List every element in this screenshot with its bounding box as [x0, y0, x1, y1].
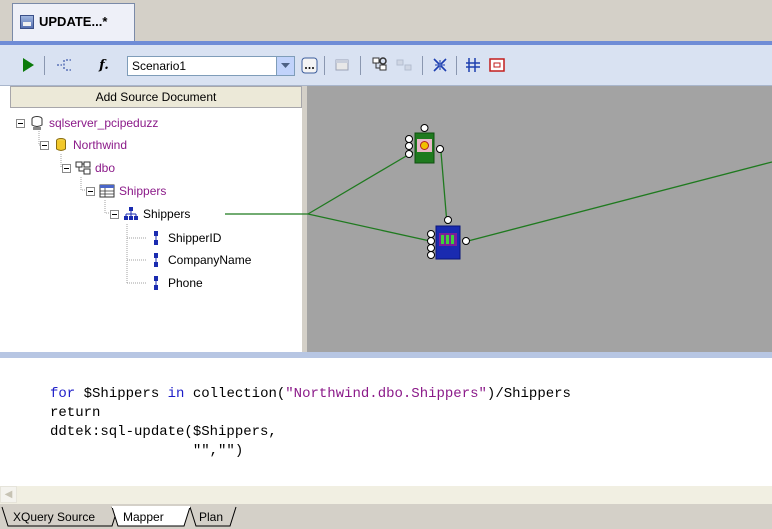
find-tree-icon	[372, 57, 387, 71]
view-tabs: XQuery Source Mapper Plan	[0, 504, 772, 529]
sql-update-node[interactable]	[424, 214, 472, 262]
find-button[interactable]	[370, 55, 390, 75]
link-line	[307, 213, 431, 242]
function-button[interactable]: f.	[94, 55, 114, 75]
window-button[interactable]	[332, 55, 352, 75]
code-line-1: for $Shippers in collection("Northwind.d…	[50, 386, 571, 402]
layout-icon	[396, 59, 412, 71]
tab-mapper[interactable]: Mapper	[113, 508, 170, 526]
dotted-link-icon	[57, 59, 71, 71]
run-button[interactable]	[18, 55, 38, 75]
document-tab-title: UPDATE...*	[39, 14, 108, 29]
ellipsis-icon	[301, 57, 317, 73]
chevron-down-icon[interactable]	[276, 57, 294, 75]
tab-plan[interactable]: Plan	[189, 508, 229, 526]
document-tab[interactable]: UPDATE...*	[12, 3, 135, 41]
play-icon	[23, 58, 34, 72]
collapse-button[interactable]	[430, 55, 450, 75]
scroll-left-arrow-icon[interactable]: ◀	[0, 486, 17, 503]
toolbar-separator	[422, 56, 423, 75]
link-nodes-button[interactable]	[54, 55, 74, 75]
function-node[interactable]	[403, 124, 445, 168]
mapper-toolbar: f. Scenario1	[0, 45, 772, 86]
scenario-select[interactable]: Scenario1	[127, 56, 295, 76]
toolbar-separator	[360, 56, 361, 75]
function-node-icon	[405, 124, 444, 164]
link-line	[307, 151, 414, 215]
toolbar-separator	[324, 56, 325, 75]
fit-button[interactable]	[487, 55, 507, 75]
align-icon	[466, 58, 480, 72]
horizontal-scrollbar[interactable]: ◀	[0, 486, 772, 504]
link-line	[467, 161, 772, 242]
xquery-code-view[interactable]: for $Shippers in collection("Northwind.d…	[0, 358, 772, 486]
scenario-settings-button[interactable]	[299, 55, 319, 75]
xquery-file-icon	[20, 15, 34, 29]
document-tab-bar: UPDATE...*	[0, 0, 772, 44]
toolbar-separator	[44, 56, 45, 75]
toolbar-separator	[456, 56, 457, 75]
sql-update-node-icon	[427, 216, 470, 260]
mapping-diagram	[225, 151, 772, 242]
code-line-4: "","")	[50, 443, 244, 459]
code-line-3: ddtek:sql-update($Shippers,	[50, 424, 277, 440]
code-line-2: return	[50, 405, 101, 421]
tab-xquery-source[interactable]: XQuery Source	[3, 508, 101, 526]
window-icon	[335, 59, 349, 71]
collapse-arrows-icon	[433, 58, 447, 72]
align-button[interactable]	[463, 55, 483, 75]
fit-frame-icon	[489, 58, 505, 72]
disabled-layout-button[interactable]	[394, 55, 414, 75]
scenario-select-value: Scenario1	[132, 59, 187, 73]
function-icon: f.	[99, 57, 109, 73]
